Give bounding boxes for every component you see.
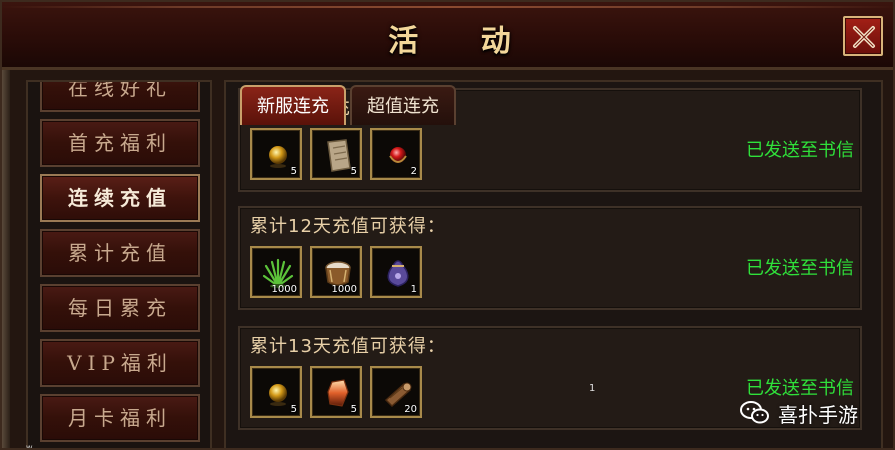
title-bar: 活 动 [2, 2, 893, 70]
item-count: 5 [350, 404, 357, 415]
stray-label: 1 [589, 383, 596, 394]
item-count: 1000 [331, 284, 357, 295]
watermark: 喜扑手游 [740, 398, 858, 428]
tab-new-server-recharge[interactable]: 新服连充 [240, 85, 346, 125]
sidebar-item-daily-recharge[interactable]: 每日累充 [40, 284, 200, 332]
close-icon [853, 26, 875, 48]
reward-slot[interactable]: 5 [310, 128, 362, 180]
reward-slot[interactable]: 2 [370, 128, 422, 180]
sidebar: 在线好礼 首充福利 连续充值 累计充值 每日累充 VIP福利 月卡福利 [26, 80, 212, 448]
reward-slot[interactable]: 1 [370, 246, 422, 298]
close-button[interactable] [843, 16, 883, 56]
reward-status: 已发送至书信 [746, 140, 854, 161]
corner-label: w [26, 443, 33, 450]
item-count: 5 [290, 404, 297, 415]
sidebar-item-online-gift[interactable]: 在线好礼 [40, 82, 200, 112]
sidebar-item-vip-benefits[interactable]: VIP福利 [40, 339, 200, 387]
reward-slot[interactable]: 1000 [250, 246, 302, 298]
reward-status: 已发送至书信 [746, 258, 854, 279]
sidebar-item-monthly-card[interactable]: 月卡福利 [40, 394, 200, 442]
item-count: 1 [410, 284, 417, 295]
reward-card-title: 累计12天充值可获得： [250, 216, 446, 237]
reward-slot[interactable]: 5 [250, 128, 302, 180]
sidebar-item-continuous-recharge[interactable]: 连续充值 [40, 174, 200, 222]
item-count: 2 [410, 166, 417, 177]
item-count: 5 [350, 166, 357, 177]
activity-window: 活 动 在线好礼 首充福利 连续充值 累计充值 每日累充 VIP福利 月卡福利 … [0, 0, 895, 450]
item-count: 5 [290, 166, 297, 177]
reward-card-day-12: 累计12天充值可获得： 1000 1000 1 已发送至书信 [238, 206, 862, 310]
reward-slot[interactable]: 1000 [310, 246, 362, 298]
item-count: 1000 [271, 284, 297, 295]
reward-slot[interactable]: 20 [370, 366, 422, 418]
sidebar-item-cumulative-recharge[interactable]: 累计充值 [40, 229, 200, 277]
watermark-text: 喜扑手游 [778, 402, 858, 427]
reward-slot[interactable]: 5 [250, 366, 302, 418]
sidebar-list: 在线好礼 首充福利 连续充值 累计充值 每日累充 VIP福利 月卡福利 [40, 82, 200, 448]
tab-value-recharge[interactable]: 超值连充 [350, 85, 456, 125]
reward-slot[interactable]: 5 [310, 366, 362, 418]
window-frame-left [2, 70, 10, 448]
sidebar-item-first-recharge[interactable]: 首充福利 [40, 119, 200, 167]
item-count: 20 [404, 404, 417, 415]
wechat-icon [740, 401, 769, 424]
reward-card-title: 累计13天充值可获得： [250, 336, 446, 357]
window-title: 活 动 [388, 24, 537, 59]
main-panel: 累计11天充值可获得： 5 5 2 已发送至书信 累计12天充值可获得： 100… [224, 80, 883, 448]
reward-status: 已发送至书信 [746, 378, 854, 399]
